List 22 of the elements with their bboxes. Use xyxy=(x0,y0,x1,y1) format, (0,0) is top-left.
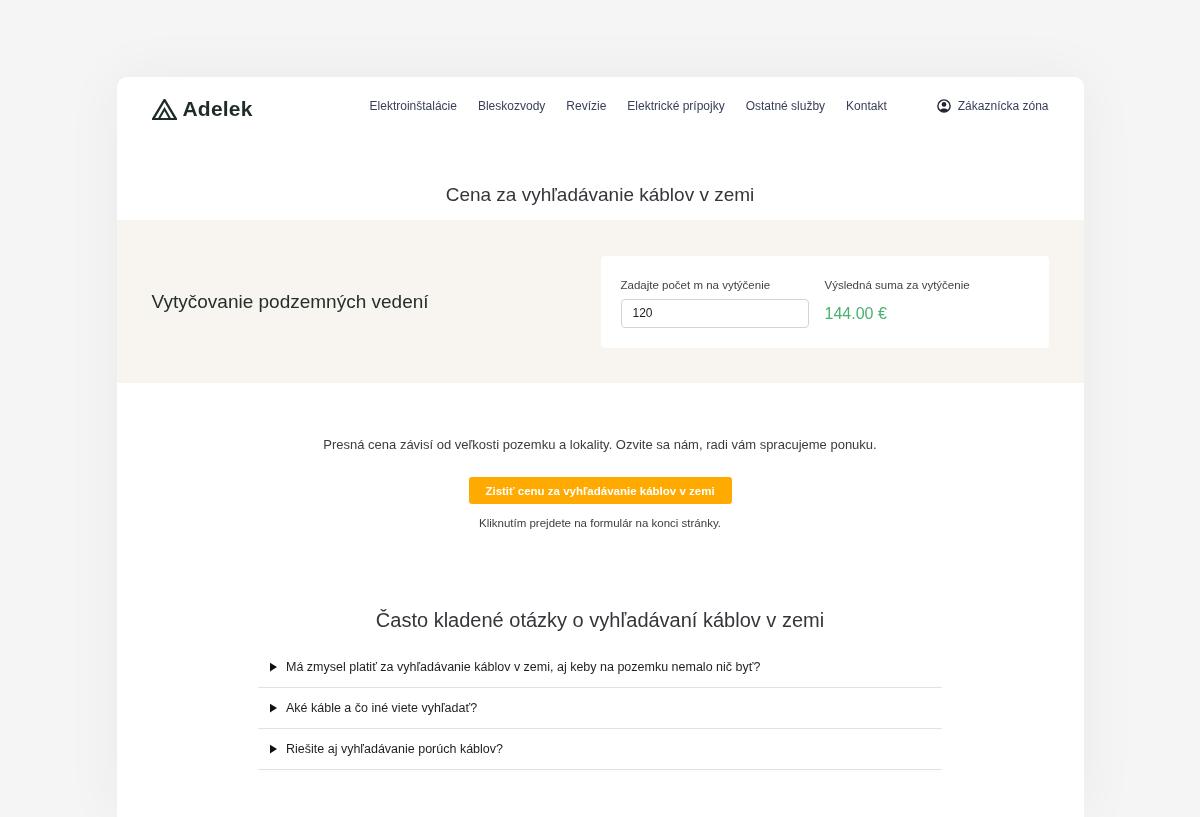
cta-note: Kliknutím prejdete na formulár na konci stránky. xyxy=(478,516,721,531)
faq-item[interactable]: Má zmysel platiť za vyhľadávanie káblov v zemi, aj keby na pozemku nemalo nič byť? xyxy=(258,647,942,688)
nav-link[interactable]: Elektrické prípojky xyxy=(627,99,725,113)
nav-link[interactable]: Elektroinštalácie xyxy=(369,99,457,113)
cta-text: Presná cena závisí od veľkosti pozemku a lokality. Ozvite sa nám, radi vám spracujeme ponuku. xyxy=(323,436,877,454)
faq-item[interactable]: Riešite aj vyhľadávanie porúch káblov? xyxy=(258,729,942,770)
account-link[interactable]: Zákaznícka zóna xyxy=(936,99,1049,113)
nav-link[interactable]: Ostatné služby xyxy=(745,99,826,113)
faq-item[interactable]: Aké káble a čo iné viete vyhľadať? xyxy=(258,688,942,729)
result-label: Výsledná suma za vytýčenie xyxy=(824,277,970,293)
logo-text[interactable]: Adelek xyxy=(182,97,253,121)
nav-link[interactable]: Kontakt xyxy=(846,99,887,113)
service-title: Vytyčovanie podzemných vedení xyxy=(151,290,430,313)
nav-link[interactable]: Bleskozvody xyxy=(477,99,546,113)
result-value: 144.00 € xyxy=(824,303,888,324)
input-field[interactable]: 120 xyxy=(620,298,809,328)
user-circle-icon xyxy=(936,99,951,113)
faq-title: Často kladené otázky o vyhľadávaní káblov v zemi xyxy=(375,608,825,633)
nav-link[interactable]: Revízie xyxy=(566,99,607,113)
input-label: Zadajte počet m na vytýčenie xyxy=(620,277,772,293)
page-title: Cena za vyhľadávanie káblov v zemi xyxy=(444,183,756,207)
logo-icon xyxy=(151,98,177,120)
